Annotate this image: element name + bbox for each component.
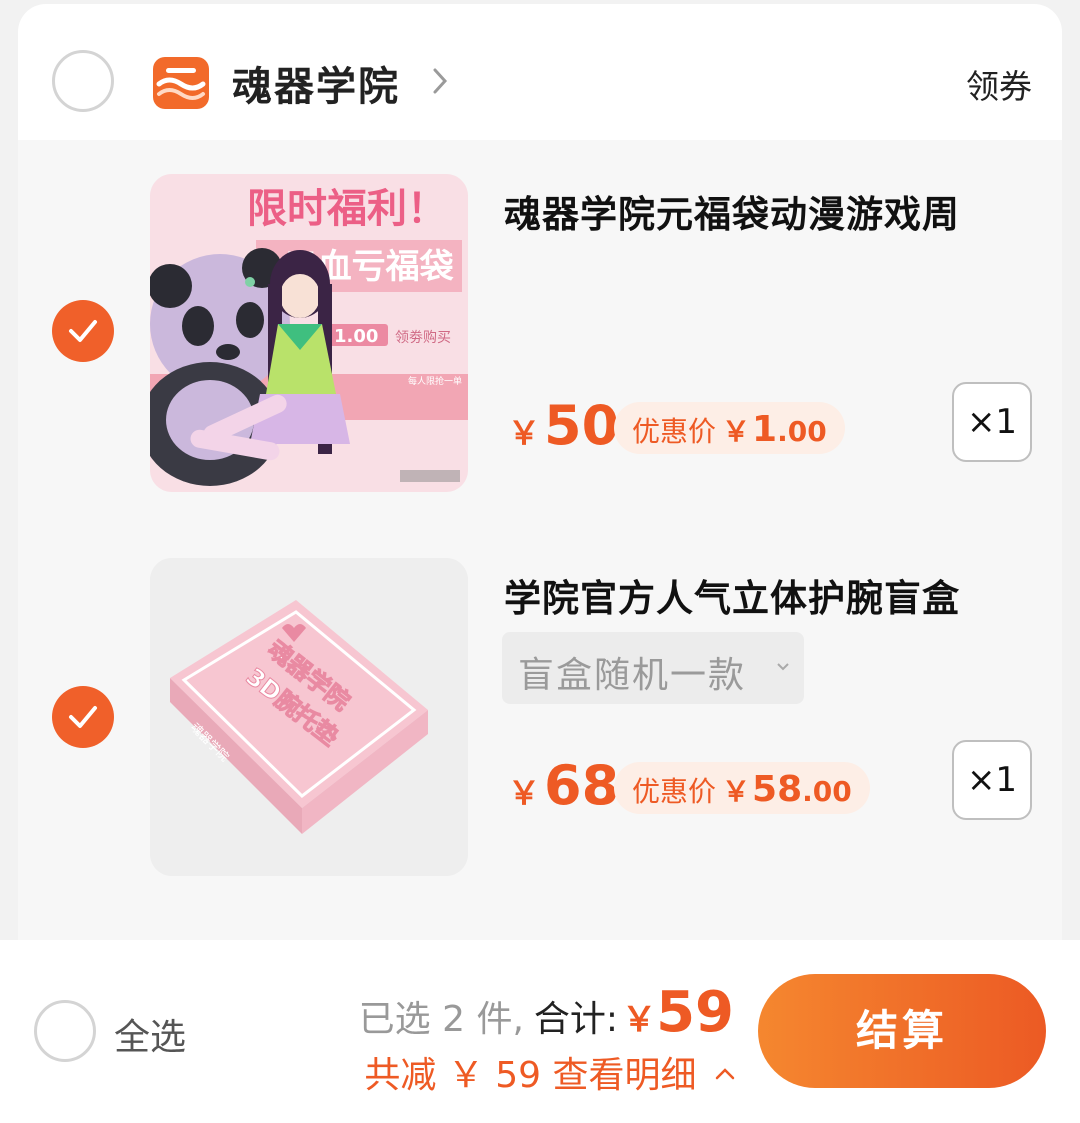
promo-price-dec: .00 <box>777 415 827 448</box>
details-label: 查看明细 <box>552 1055 697 1096</box>
product-image-lucky-bag[interactable]: 限时福利！ 1元血亏福袋 ￥1.00 领劵购买 每人限抢一单 <box>150 174 468 492</box>
item-select-checkbox[interactable] <box>52 686 114 748</box>
selected-count: 已选 2 件, <box>358 999 524 1040</box>
total-amount: 59 <box>656 980 734 1045</box>
item-title[interactable]: 学院官方人气立体护腕盲盒 <box>504 568 960 622</box>
price-currency: ￥ <box>508 414 541 452</box>
quantity-stepper[interactable]: ×1 <box>952 382 1032 462</box>
total-currency: ￥ <box>622 1000 657 1040</box>
checkout-button[interactable]: 结算 <box>758 974 1046 1088</box>
shop-name[interactable]: 魂器学院 <box>232 54 400 112</box>
variant-selector[interactable]: 盲盒随机一款 <box>502 632 804 704</box>
promo-price-int: 58 <box>752 769 803 810</box>
shop-header: 魂器学院 领券 <box>18 4 1062 140</box>
item-select-checkbox[interactable] <box>52 300 114 362</box>
product-image-blind-box[interactable]: 魂器学院 3D腕托垫 魂器学院 <box>150 558 468 876</box>
lucky-bag-panda-image: 限时福利！ 1元血亏福袋 ￥1.00 领劵购买 每人限抢一单 <box>150 174 468 492</box>
promo-price-badge: 优惠价 ￥1.00 <box>614 402 845 454</box>
item-price: ￥68 <box>508 754 619 817</box>
shop-logo-icon <box>153 57 209 109</box>
chevron-up-icon <box>715 1068 735 1080</box>
check-icon <box>69 320 97 342</box>
quantity-stepper[interactable]: ×1 <box>952 740 1032 820</box>
image-text-promo: 限时福利！ <box>247 186 447 232</box>
savings-details-link[interactable]: 共减 ￥ 59 查看明细 <box>364 1046 736 1098</box>
promo-label: 优惠价 <box>632 775 717 808</box>
select-all-radio[interactable] <box>34 1000 96 1062</box>
chevron-right-icon[interactable] <box>432 67 448 95</box>
savings-text: 共减 ￥ 59 <box>364 1055 542 1096</box>
shop-select-radio[interactable] <box>52 50 114 112</box>
select-all-label[interactable]: 全选 <box>114 1008 186 1060</box>
item-title[interactable]: 魂器学院元福袋动漫游戏周 <box>504 184 960 238</box>
promo-price-dec: .00 <box>802 775 852 808</box>
image-sub-note: 每人限抢一单 <box>408 375 462 387</box>
item-price: ￥50 <box>508 394 619 457</box>
promo-currency: ￥ <box>722 775 751 808</box>
blind-box-image: 魂器学院 3D腕托垫 魂器学院 <box>150 558 468 876</box>
shop-card: 魂器学院 领券 限时福利！ 1元血亏福袋 ￥1.00 领劵购买 每人限抢一单 魂… <box>18 4 1062 944</box>
coupon-link[interactable]: 领券 <box>966 60 1032 108</box>
check-icon <box>69 706 97 728</box>
promo-currency: ￥ <box>722 415 751 448</box>
price-value: 68 <box>544 754 620 817</box>
checkout-bar: 全选 已选 2 件, 合计: ￥59 共减 ￥ 59 查看明细 结算 <box>0 940 1080 1123</box>
chevron-down-icon <box>777 663 789 671</box>
price-currency: ￥ <box>508 774 541 812</box>
variant-label: 盲盒随机一款 <box>518 655 747 696</box>
image-tag-note: 领劵购买 <box>395 330 451 346</box>
price-value: 50 <box>544 394 620 457</box>
promo-label: 优惠价 <box>632 415 717 448</box>
total-label: 合计: <box>533 999 619 1040</box>
promo-price-int: 1 <box>752 409 778 450</box>
promo-price-badge: 优惠价 ￥58.00 <box>614 762 870 814</box>
total-summary: 已选 2 件, 合计: ￥59 <box>359 980 734 1045</box>
